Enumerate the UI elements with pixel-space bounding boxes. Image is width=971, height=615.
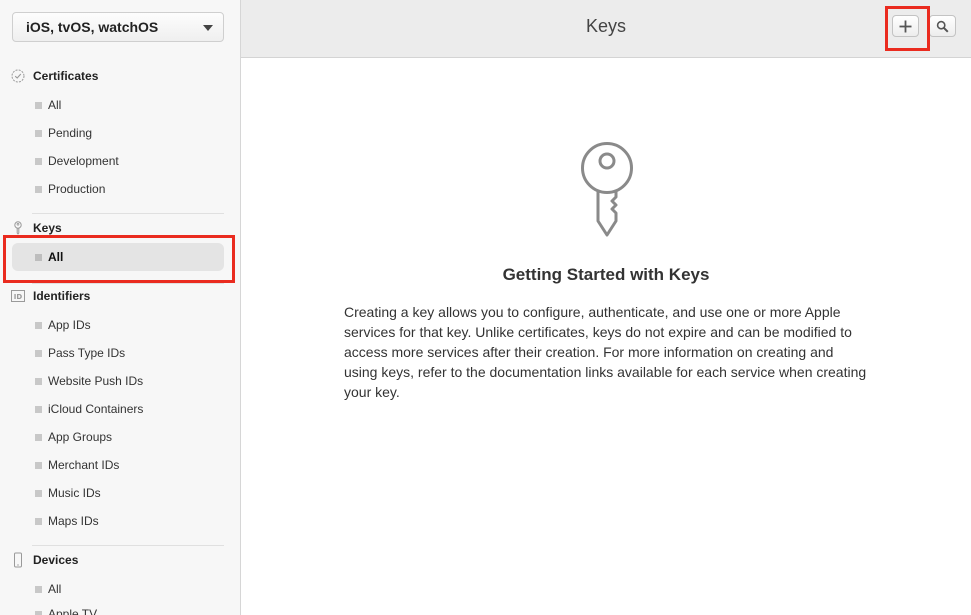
main-heading: Getting Started with Keys: [502, 265, 710, 284]
sidebar-item-app-groups[interactable]: App Groups: [12, 423, 224, 451]
bullet-icon: [35, 349, 42, 357]
bullet-icon: [35, 185, 42, 193]
key-icon: [10, 220, 26, 236]
key-icon: [581, 142, 633, 237]
sidebar-item-pass-type-ids[interactable]: Pass Type IDs: [12, 339, 224, 367]
sidebar-item-label: Apple TV: [48, 607, 98, 615]
divider: [32, 545, 224, 546]
bullet-icon: [35, 157, 42, 165]
search-icon: [936, 20, 949, 33]
sidebar: iOS, tvOS, watchOS Certificates All Pend…: [0, 0, 241, 615]
bullet-icon: [35, 377, 42, 385]
device-icon: [10, 552, 26, 568]
platform-select[interactable]: iOS, tvOS, watchOS: [12, 12, 224, 42]
sidebar-item-label: Production: [48, 182, 106, 196]
sidebar-item-label: Maps IDs: [48, 514, 99, 528]
bullet-icon: [35, 610, 42, 615]
certificate-icon: [10, 68, 26, 84]
sidebar-item-label: iCloud Containers: [48, 402, 144, 416]
section-certificates: Certificates: [10, 67, 98, 85]
sidebar-item-label: Merchant IDs: [48, 458, 120, 472]
bullet-icon: [35, 321, 42, 329]
divider: [32, 213, 224, 214]
bullet-icon: [35, 433, 42, 441]
bullet-icon: [35, 489, 42, 497]
svg-text:ID: ID: [14, 293, 23, 301]
id-icon: ID: [10, 288, 26, 304]
sidebar-item-merchant-ids[interactable]: Merchant IDs: [12, 451, 224, 479]
bullet-icon: [35, 101, 42, 109]
sidebar-item-certificates-all[interactable]: All: [12, 91, 224, 119]
sidebar-item-label: All: [48, 582, 62, 596]
sidebar-item-devices-all[interactable]: All: [12, 575, 224, 603]
sidebar-item-certificates-pending[interactable]: Pending: [12, 119, 224, 147]
sidebar-item-certificates-development[interactable]: Development: [12, 147, 224, 175]
main-description: Creating a key allows you to configure, …: [344, 304, 867, 400]
bullet-icon: [35, 585, 42, 593]
header: Keys: [241, 0, 971, 58]
sidebar-item-label: Development: [48, 154, 119, 168]
section-keys-label: Keys: [33, 221, 62, 235]
sidebar-item-app-ids[interactable]: App IDs: [12, 311, 224, 339]
section-devices-label: Devices: [33, 553, 79, 567]
highlight-keys-all: [3, 235, 235, 283]
sidebar-item-icloud-containers[interactable]: iCloud Containers: [12, 395, 224, 423]
bullet-icon: [35, 129, 42, 137]
bullet-icon: [35, 405, 42, 413]
sidebar-item-label: Music IDs: [48, 486, 101, 500]
bullet-icon: [35, 517, 42, 525]
bullet-icon: [35, 461, 42, 469]
sidebar-item-website-push-ids[interactable]: Website Push IDs: [12, 367, 224, 395]
sidebar-item-certificates-production[interactable]: Production: [12, 175, 224, 203]
section-certificates-label: Certificates: [33, 69, 99, 83]
sidebar-item-label: Pass Type IDs: [48, 346, 126, 360]
section-identifiers-label: Identifiers: [33, 289, 91, 303]
search-button[interactable]: [929, 15, 956, 37]
sidebar-item-maps-ids[interactable]: Maps IDs: [12, 507, 224, 535]
sidebar-item-label: App IDs: [48, 318, 91, 332]
sidebar-item-music-ids[interactable]: Music IDs: [12, 479, 224, 507]
sidebar-item-label: Pending: [48, 126, 93, 140]
chevron-down-icon: [203, 25, 213, 31]
platform-select-value: iOS, tvOS, watchOS: [26, 19, 159, 35]
page-title: Keys: [585, 16, 627, 36]
sidebar-item-devices-apple-tv[interactable]: Apple TV: [12, 600, 224, 615]
sidebar-item-label: Website Push IDs: [48, 374, 144, 388]
section-identifiers: ID Identifiers: [10, 287, 90, 305]
highlight-add-button: [885, 6, 930, 51]
section-devices: Devices: [10, 551, 78, 569]
divider: [32, 283, 224, 284]
sidebar-item-label: App Groups: [48, 430, 113, 444]
sidebar-item-label: All: [48, 98, 62, 112]
